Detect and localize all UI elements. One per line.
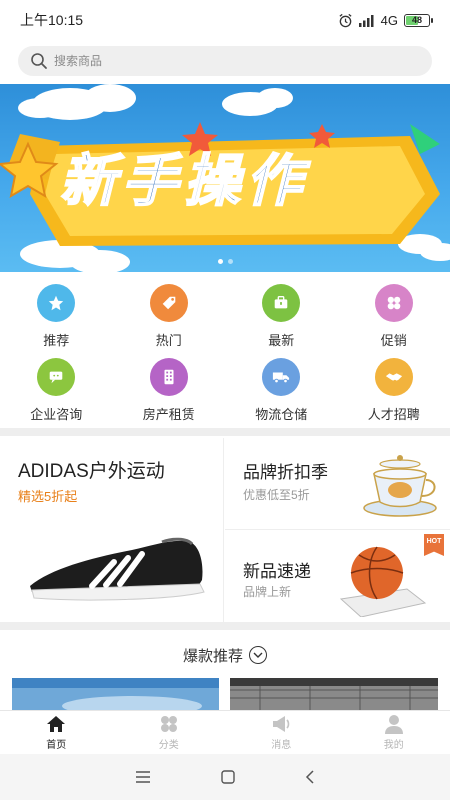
product-thumbnail[interactable] (12, 678, 219, 710)
consult-icon (37, 358, 76, 396)
briefcase-icon (262, 284, 301, 322)
menu-icon[interactable] (135, 771, 151, 783)
promo-brand-discount[interactable]: 品牌折扣季 优惠低至5折 (225, 438, 450, 530)
handshake-icon (374, 358, 413, 396)
tab-messages[interactable]: 消息 (225, 711, 338, 754)
system-nav-bar (0, 754, 450, 800)
category-label: 最新 (268, 333, 295, 348)
promo-new-arrivals[interactable]: 新品速递 品牌上新 HOT (225, 531, 450, 622)
alarm-icon (339, 13, 352, 27)
chevron-down-icon[interactable] (249, 646, 267, 664)
category-item-recruitment[interactable]: 人才招聘 (338, 356, 450, 428)
product-thumbnail[interactable] (230, 678, 438, 710)
status-indicators: 4G 48 (338, 12, 433, 28)
signal-icon (358, 14, 374, 27)
megaphone-icon (273, 716, 290, 732)
carousel-dot[interactable] (217, 259, 223, 264)
tag-icon (149, 284, 188, 322)
bottom-tab-bar: 首页 分类 消息 我的 (0, 710, 450, 754)
promo-title: 品牌折扣季 (243, 463, 328, 482)
basketball-image (339, 546, 427, 617)
category-grid: 推荐 热门 最新 促销 企业咨询 房产租赁 物流仓储 人才招聘 (0, 282, 450, 428)
tab-label: 我的 (383, 740, 404, 751)
battery-icon: 48 (404, 13, 433, 27)
back-icon[interactable] (305, 770, 315, 784)
category-icon (160, 716, 177, 732)
search-input[interactable] (54, 54, 420, 68)
category-label: 促销 (380, 333, 407, 348)
category-item-realestate[interactable]: 房产租赁 (113, 356, 226, 428)
search-bar[interactable] (18, 46, 432, 76)
hot-badge: HOT (424, 534, 444, 556)
section-divider (0, 428, 450, 436)
star-icon (37, 284, 76, 322)
battery-level: 48 (411, 15, 422, 25)
tab-profile[interactable]: 我的 (338, 711, 450, 754)
promo-title: ADIDAS户外运动 (18, 461, 165, 482)
tab-label: 首页 (46, 740, 67, 751)
product-image (230, 678, 438, 710)
banner-carousel[interactable]: 新手操作 (0, 84, 450, 272)
teacup-image (363, 455, 437, 517)
carousel-dots (0, 259, 450, 264)
category-label: 企业咨询 (30, 407, 83, 422)
hot-section-header[interactable]: 爆款推荐 (0, 638, 450, 672)
category-item-recommend[interactable]: 推荐 (0, 282, 113, 356)
promo-adidas[interactable]: ADIDAS户外运动 精选5折起 (0, 438, 224, 622)
tab-label: 分类 (158, 740, 179, 751)
status-bar: 上午10:15 4G 48 (0, 0, 450, 40)
tab-home[interactable]: 首页 (0, 711, 113, 754)
category-label: 人才招聘 (367, 407, 420, 422)
category-item-newest[interactable]: 最新 (225, 282, 338, 356)
product-image (12, 678, 219, 710)
category-item-promotion[interactable]: 促销 (338, 282, 450, 356)
flower-icon (374, 284, 413, 322)
promo-subtitle: 优惠低至5折 (243, 488, 310, 502)
user-icon (384, 715, 403, 734)
status-time: 上午10:15 (20, 12, 84, 28)
section-divider (0, 622, 450, 630)
network-label: 4G (380, 12, 398, 28)
category-item-popular[interactable]: 热门 (113, 282, 226, 356)
banner-title: 新手操作 (59, 148, 308, 215)
sneaker-image (30, 537, 205, 601)
hot-section-title: 爆款推荐 (182, 647, 243, 665)
building-icon (149, 358, 188, 396)
promo-title: 新品速递 (243, 562, 311, 581)
home-icon (47, 716, 66, 732)
tab-label: 消息 (271, 740, 292, 751)
search-icon (31, 53, 47, 69)
truck-icon (262, 358, 301, 396)
home-square-icon[interactable] (221, 770, 235, 784)
category-label: 热门 (155, 333, 182, 348)
category-label: 房产租赁 (142, 407, 195, 422)
category-label: 物流仓储 (255, 407, 308, 422)
carousel-dot[interactable] (227, 259, 233, 264)
category-item-logistics[interactable]: 物流仓储 (225, 356, 338, 428)
category-item-consulting[interactable]: 企业咨询 (0, 356, 113, 428)
promo-subtitle: 品牌上新 (243, 585, 292, 599)
tab-category[interactable]: 分类 (113, 711, 226, 754)
category-label: 推荐 (43, 333, 70, 348)
promo-subtitle: 精选5折起 (18, 489, 78, 504)
